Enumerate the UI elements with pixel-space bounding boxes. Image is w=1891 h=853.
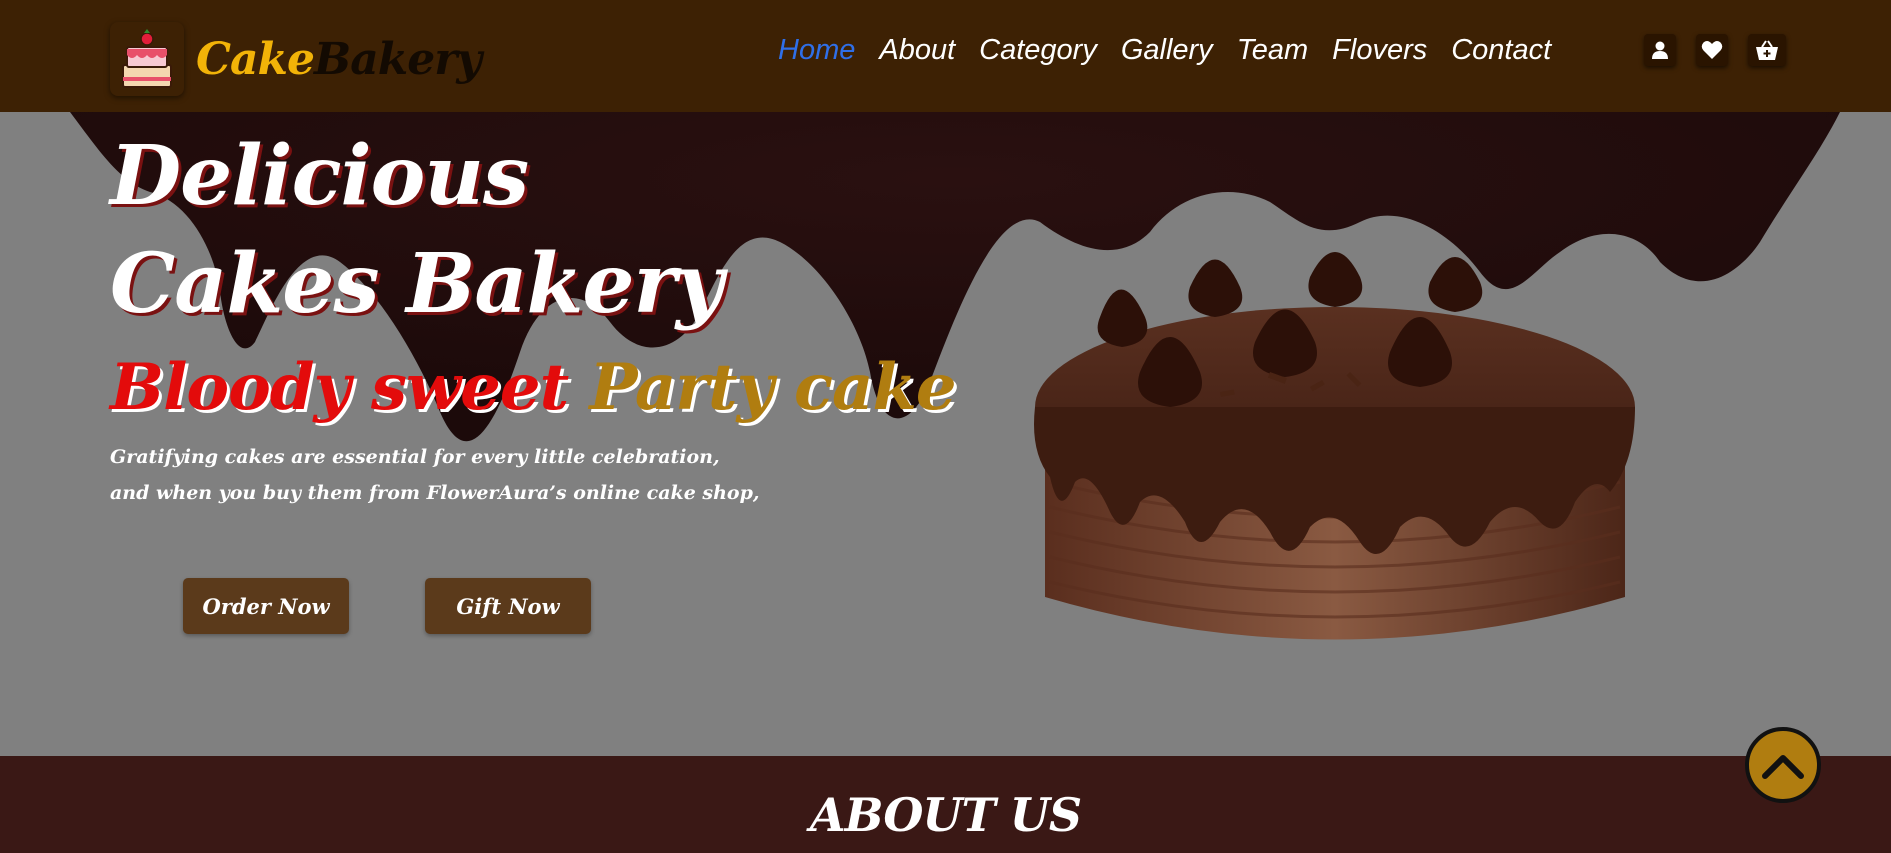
brand-name-part1: Cake: [196, 33, 315, 85]
hero-description: Gratifying cakes are essential for every…: [110, 439, 956, 511]
nav-flovers[interactable]: Flovers: [1332, 34, 1427, 67]
hero-desc-line2: and when you buy them from FlowerAura’s …: [110, 482, 760, 504]
header-icons: [1644, 34, 1786, 66]
hero-title-line1: Delicious: [110, 128, 529, 224]
cake-logo-icon: [110, 22, 184, 96]
about-title: ABOUT US: [809, 788, 1082, 842]
brand-name-part2: Bakery: [314, 33, 482, 85]
basket-icon[interactable]: [1748, 34, 1786, 66]
hero-title-line2: Cakes Bakery: [110, 236, 723, 332]
hero-text-block: Delicious Cakes Bakery Bloody sweet Part…: [110, 122, 957, 511]
chevron-up-icon: [1762, 755, 1804, 779]
nav-contact[interactable]: Contact: [1451, 34, 1551, 67]
main-nav: Home About Category Gallery Team Flovers…: [778, 34, 1551, 67]
hero-section: Delicious Cakes Bakery Bloody sweet Part…: [0, 112, 1891, 756]
hero-tagline: Bloody sweet Party cake: [110, 350, 957, 425]
brand-name: CakeBakery: [196, 33, 482, 85]
site-header: CakeBakery Home About Category Gallery T…: [0, 0, 1891, 112]
gift-now-button[interactable]: Gift Now: [425, 578, 591, 634]
nav-about[interactable]: About: [879, 34, 955, 67]
nav-home[interactable]: Home: [778, 34, 855, 67]
about-section: ABOUT US: [0, 756, 1891, 853]
brand-logo[interactable]: CakeBakery: [110, 22, 482, 96]
nav-gallery[interactable]: Gallery: [1121, 34, 1213, 67]
hero-desc-line1: Gratifying cakes are essential for every…: [110, 446, 720, 468]
chocolate-cake-image: [1034, 252, 1635, 640]
tagline-red: Bloody sweet: [110, 350, 569, 425]
nav-category[interactable]: Category: [979, 34, 1097, 67]
user-icon[interactable]: [1644, 34, 1676, 66]
order-now-button[interactable]: Order Now: [183, 578, 349, 634]
scroll-to-top-button[interactable]: [1745, 727, 1821, 803]
tagline-gold: Party cake: [589, 350, 956, 425]
heart-icon[interactable]: [1696, 34, 1728, 66]
nav-team[interactable]: Team: [1237, 34, 1308, 67]
